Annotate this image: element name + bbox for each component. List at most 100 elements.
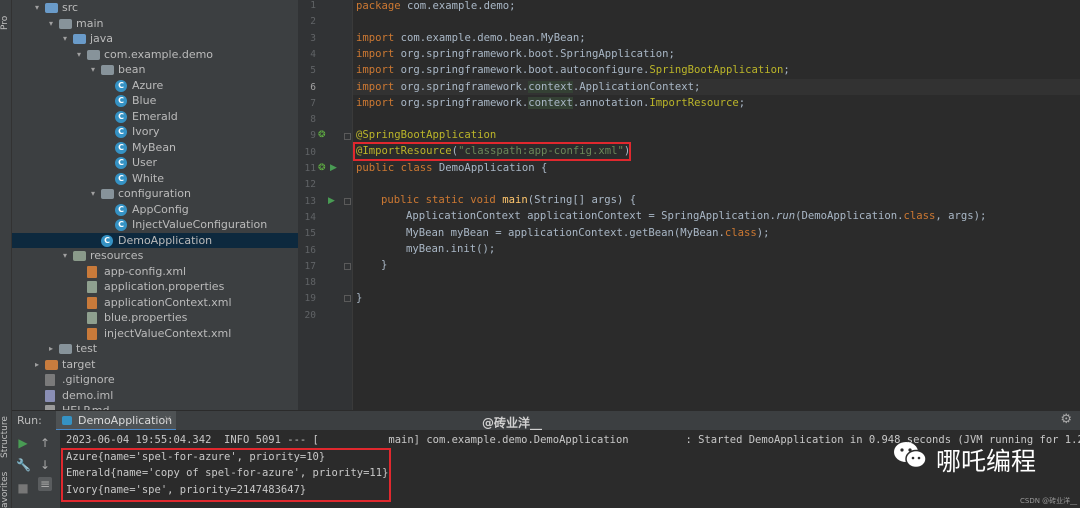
run-gutter-icon[interactable]: ▶ xyxy=(330,160,337,176)
tree-item-label: Ivory xyxy=(132,125,160,138)
chevron-down-icon[interactable]: ▾ xyxy=(88,62,98,78)
wechat-logo-icon xyxy=(894,442,927,469)
chevron-down-icon[interactable]: ▾ xyxy=(74,47,84,63)
close-icon[interactable]: × xyxy=(164,414,172,425)
chevron-down-icon[interactable]: ▾ xyxy=(46,16,56,32)
tree-item[interactable]: ▸ target xyxy=(12,357,298,373)
code-editor[interactable]: package com.example.demo; import com.exa… xyxy=(353,0,1080,410)
xml-file-icon xyxy=(87,327,97,340)
xml-file-icon xyxy=(87,265,97,278)
tree-item-label: MyBean xyxy=(132,140,177,154)
tree-item[interactable]: C Ivory xyxy=(12,124,298,140)
line-number: 17 xyxy=(304,260,316,272)
code-line-13: public static void main(String[] args) { xyxy=(381,194,637,206)
spring-bean-icon[interactable]: ❂ xyxy=(318,127,326,143)
tree-item-label: bean xyxy=(118,63,146,76)
fold-marker[interactable] xyxy=(344,133,351,140)
run-tab-label: DemoApplication xyxy=(78,414,173,427)
arrow-down-icon[interactable]: ↓ xyxy=(38,458,52,472)
rerun-icon[interactable]: ▶ xyxy=(16,436,30,450)
code-line-9: @SpringBootApplication xyxy=(356,129,497,141)
properties-file-icon xyxy=(87,312,97,324)
code-line-7: import org.springframework.context.annot… xyxy=(356,97,746,109)
tree-item[interactable]: C Blue xyxy=(12,93,298,109)
tree-item-label: configuration xyxy=(118,187,191,200)
tree-item[interactable]: demo.iml xyxy=(12,388,298,404)
tree-item-label: java xyxy=(90,32,114,45)
watermark-text: @砖业洋__ xyxy=(482,416,543,430)
spring-bean-icon[interactable]: ❂ xyxy=(318,160,326,176)
tree-item[interactable]: C User xyxy=(12,155,298,171)
tool-window-strip: Pro Structure avorites xyxy=(0,0,12,508)
tree-item-label: src xyxy=(62,1,79,14)
fold-marker[interactable] xyxy=(344,295,351,302)
folder-icon xyxy=(59,18,72,29)
chevron-down-icon[interactable]: ▾ xyxy=(32,0,42,16)
tree-item[interactable]: ▾ configuration xyxy=(12,186,298,202)
java-class-icon: C xyxy=(115,126,127,138)
tree-item[interactable]: C AppConfig xyxy=(12,202,298,218)
tree-item[interactable]: C Azure xyxy=(12,78,298,94)
tree-item[interactable]: ▸ test xyxy=(12,341,298,357)
tree-item[interactable]: ▾ com.example.demo xyxy=(12,47,298,63)
line-number: 4 xyxy=(310,48,316,60)
editor-gutter: ❂ ❂ ▶ ▶ 1 2 3 4 5 6 7 8 9 10 11 12 13 14 15 16 17 18 19 20 xyxy=(298,0,353,410)
properties-file-icon xyxy=(87,281,97,293)
tree-item[interactable]: C InjectValueConfiguration xyxy=(12,217,298,233)
tree-item-label: applicationContext.xml xyxy=(104,295,232,309)
package-icon xyxy=(101,65,114,75)
run-gutter-icon[interactable]: ▶ xyxy=(328,193,335,209)
tree-item[interactable]: C White xyxy=(12,171,298,187)
soft-wrap-icon[interactable]: ≡ xyxy=(38,477,52,491)
code-line-19: } xyxy=(356,292,363,304)
tree-item[interactable]: ▾ bean xyxy=(12,62,298,78)
line-number: 3 xyxy=(310,32,316,44)
line-number: 8 xyxy=(310,114,316,126)
tree-item[interactable]: .gitignore xyxy=(12,372,298,388)
wrench-icon[interactable]: 🔧 xyxy=(16,458,31,472)
tree-item[interactable]: C Emerald xyxy=(12,109,298,125)
tree-item[interactable]: ▾ java xyxy=(12,31,298,47)
tree-item[interactable]: ▾ main xyxy=(12,16,298,32)
package-icon xyxy=(87,49,100,60)
fold-marker[interactable] xyxy=(344,263,351,270)
java-class-icon: C xyxy=(115,79,127,92)
tree-item[interactable]: applicationContext.xml xyxy=(12,295,298,311)
tree-item[interactable]: ▾ src xyxy=(12,0,298,16)
run-panel-header: Run: DemoApplication × @砖业洋__ ⚙ xyxy=(12,410,1080,431)
tree-item-label: AppConfig xyxy=(132,202,189,216)
chevron-down-icon[interactable]: ▾ xyxy=(88,186,98,202)
tree-item[interactable]: blue.properties xyxy=(12,310,298,326)
tree-item-label: demo.iml xyxy=(62,388,114,402)
run-tab-demoapplication[interactable]: DemoApplication × xyxy=(56,411,176,431)
chevron-right-icon[interactable]: ▸ xyxy=(46,341,56,357)
tree-item-label: .gitignore xyxy=(62,373,115,386)
structure-tool-tab[interactable]: Structure xyxy=(0,408,12,458)
tree-item[interactable]: application.properties xyxy=(12,279,298,295)
java-class-icon: C xyxy=(115,95,127,107)
stop-icon[interactable]: ■ xyxy=(16,481,30,495)
tree-item[interactable]: ▾ resources xyxy=(12,248,298,264)
chevron-right-icon[interactable]: ▸ xyxy=(32,357,42,373)
tree-item[interactable]: C DemoApplication xyxy=(12,232,298,248)
tree-item[interactable]: app-config.xml xyxy=(12,264,298,280)
line-number: 13 xyxy=(304,195,316,207)
line-number: 5 xyxy=(310,65,316,77)
java-class-icon: C xyxy=(115,219,127,231)
line-number: 18 xyxy=(304,277,316,289)
arrow-up-icon[interactable]: ↑ xyxy=(38,436,52,450)
java-class-icon: C xyxy=(115,141,127,154)
chevron-down-icon[interactable]: ▾ xyxy=(60,31,70,47)
favorites-tool-tab[interactable]: avorites xyxy=(0,468,12,508)
java-class-icon: C xyxy=(115,157,127,169)
tree-item[interactable]: HELP.md xyxy=(12,403,298,410)
project-tool-tab[interactable]: Pro xyxy=(0,0,12,30)
tree-item[interactable]: injectValueContext.xml xyxy=(12,326,298,342)
tree-item[interactable]: C MyBean xyxy=(12,140,298,156)
fold-marker[interactable] xyxy=(344,198,351,205)
tree-item-label: application.properties xyxy=(104,280,225,293)
chevron-down-icon[interactable]: ▾ xyxy=(60,248,70,264)
line-number: 20 xyxy=(304,309,316,321)
line-number: 19 xyxy=(304,293,316,305)
gear-icon[interactable]: ⚙ xyxy=(1060,412,1072,427)
